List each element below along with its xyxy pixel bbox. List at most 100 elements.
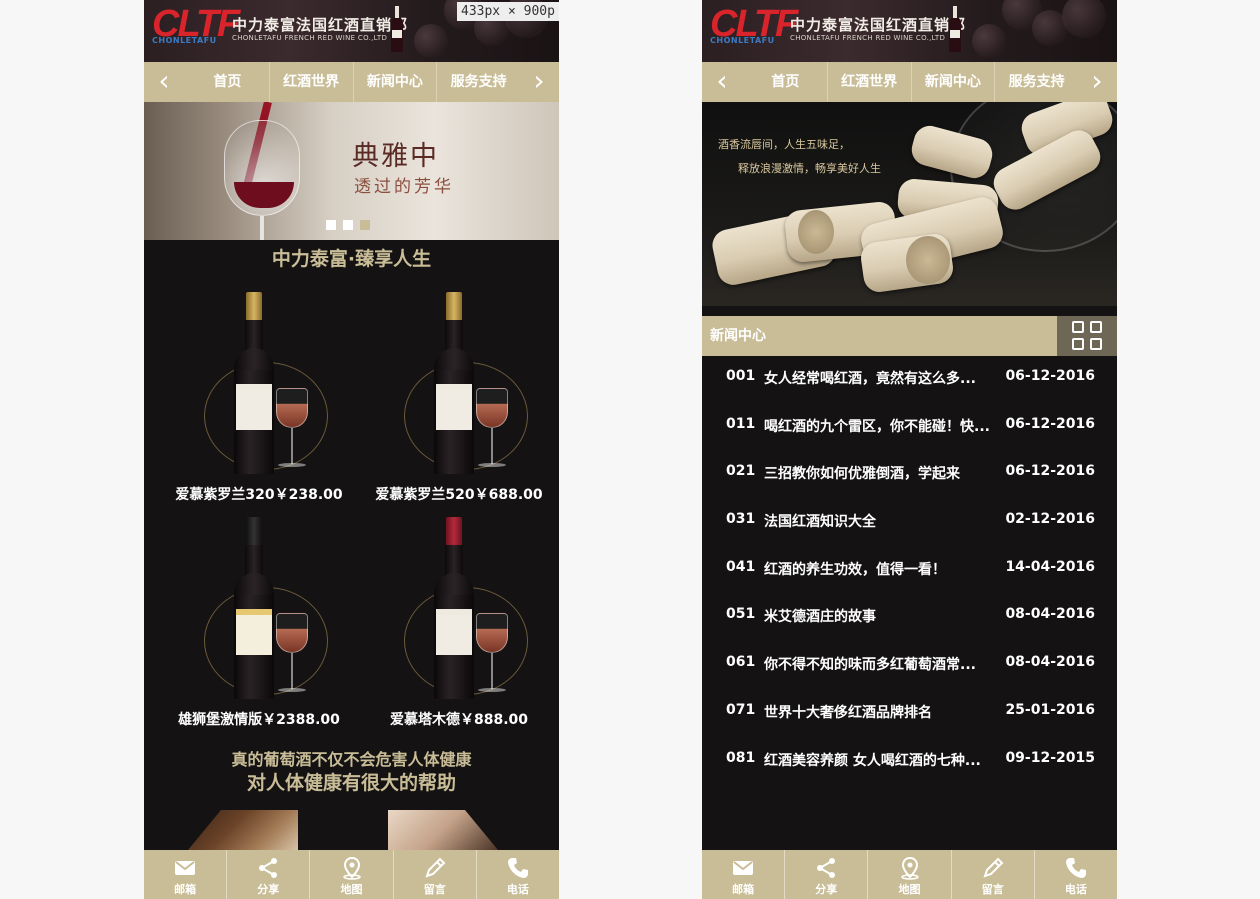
- news-number: 081: [726, 749, 756, 766]
- news-number: 071: [726, 701, 756, 718]
- nav-next-arrow[interactable]: ›: [1077, 62, 1117, 102]
- nav-item-news[interactable]: 新闻中心: [354, 62, 438, 102]
- section-slogan: 中力泰富·臻享人生: [271, 248, 432, 270]
- slider-dot[interactable]: [343, 220, 353, 230]
- news-number: 051: [726, 606, 756, 623]
- promo-image[interactable]: [388, 810, 498, 850]
- wine-bottle-image: [232, 517, 276, 699]
- footer-phone-label: 电话: [1064, 883, 1087, 896]
- product-card[interactable]: 爱慕紫罗兰520￥688.00: [374, 292, 544, 512]
- header-bottle-image: [390, 6, 404, 52]
- bottom-toolbar: 邮箱 分享 地图 留言 电话: [702, 850, 1117, 899]
- site-header: CLTF CHONLETAFU 中力泰富法国红酒直销部 CHONLETAFU F…: [144, 0, 559, 62]
- footer-mail-button[interactable]: 邮箱: [702, 850, 786, 899]
- news-title[interactable]: 女人经常喝红酒，竟然有这么多...: [764, 368, 990, 388]
- news-item[interactable]: 021 三招教你如何优雅倒酒，学起来 06-12-2016: [702, 451, 1117, 499]
- product-card[interactable]: 爱慕紫罗兰320￥238.00: [174, 292, 344, 512]
- news-title[interactable]: 米艾德酒庄的故事: [764, 606, 990, 626]
- footer-map-label: 地图: [898, 883, 921, 896]
- banner-quote-line-2: 释放浪漫激情，畅享美好人生: [738, 162, 881, 175]
- brand-name-cn: 中力泰富法国红酒直销部: [790, 16, 967, 34]
- news-date: 08-04-2016: [1005, 654, 1095, 671]
- news-date: 09-12-2015: [1005, 749, 1095, 766]
- news-item[interactable]: 061 你不得不知的味而多红葡萄酒常... 08-04-2016: [702, 642, 1117, 690]
- news-title[interactable]: 你不得不知的味而多红葡萄酒常...: [764, 654, 990, 674]
- site-logo[interactable]: CLTF CHONLETAFU: [710, 4, 798, 48]
- footer-share-button[interactable]: 分享: [785, 850, 869, 899]
- footer-phone-label: 电话: [506, 883, 529, 896]
- home-screen: CLTF CHONLETAFU 中力泰富法国红酒直销部 CHONLETAFU F…: [144, 0, 559, 899]
- news-title[interactable]: 红酒美容养颜 女人喝红酒的七种...: [764, 750, 990, 770]
- product-title[interactable]: 雄狮堡激情版￥2388.00: [154, 709, 364, 729]
- header-bottle-image: [948, 6, 962, 52]
- news-item[interactable]: 041 红酒的养生功效，值得一看！ 14-04-2016: [702, 547, 1117, 595]
- nav-next-arrow[interactable]: ›: [519, 62, 559, 102]
- product-card[interactable]: 爱慕塔木德￥888.00: [374, 517, 544, 737]
- news-date: 06-12-2016: [1005, 368, 1095, 384]
- news-title[interactable]: 世界十大奢侈红酒品牌排名: [764, 702, 990, 722]
- news-date: 06-12-2016: [1005, 463, 1095, 480]
- news-item[interactable]: 031 法国红酒知识大全 02-12-2016: [702, 499, 1117, 547]
- nav-prev-arrow[interactable]: ‹: [702, 62, 742, 102]
- footer-map-button[interactable]: 地图: [310, 850, 394, 899]
- news-item[interactable]: 011 喝红酒的九个雷区，你不能碰！快... 06-12-2016: [702, 404, 1117, 452]
- news-banner: 酒香流唇间，人生五味足， 释放浪漫激情，畅享美好人生: [702, 102, 1117, 306]
- news-title[interactable]: 红酒的养生功效，值得一看！: [764, 559, 990, 579]
- nav-item-service[interactable]: 服务支持: [995, 62, 1078, 102]
- promo-image[interactable]: [188, 810, 298, 850]
- grid-view-button[interactable]: [1057, 316, 1117, 356]
- nav-item-home[interactable]: 首页: [186, 62, 270, 102]
- news-list: 001 女人经常喝红酒，竟然有这么多... 06-12-2016 011 喝红酒…: [702, 356, 1117, 785]
- logo-subtext: CHONLETAFU: [152, 36, 217, 45]
- product-card[interactable]: 雄狮堡激情版￥2388.00: [174, 517, 344, 737]
- map-pin-icon: [342, 856, 361, 880]
- nav-item-home[interactable]: 首页: [744, 62, 828, 102]
- news-item[interactable]: 081 红酒美容养颜 女人喝红酒的七种... 09-12-2015: [702, 738, 1117, 786]
- brand-name-en: CHONLETAFU FRENCH RED WINE CO.,LTD: [790, 34, 946, 42]
- news-number: 011: [726, 415, 756, 432]
- footer-mail-label: 邮箱: [174, 883, 197, 896]
- main-nav: ‹ 首页 红酒世界 新闻中心 服务支持 ›: [702, 62, 1117, 102]
- footer-share-button[interactable]: 分享: [227, 850, 311, 899]
- footer-map-button[interactable]: 地图: [868, 850, 952, 899]
- footer-message-label: 留言: [423, 883, 446, 896]
- news-title[interactable]: 法国红酒知识大全: [764, 511, 990, 531]
- slider-dot-active[interactable]: [360, 220, 370, 230]
- news-title[interactable]: 喝红酒的九个雷区，你不能碰！快...: [764, 416, 990, 436]
- nav-item-news[interactable]: 新闻中心: [912, 62, 996, 102]
- footer-phone-button[interactable]: 电话: [1035, 850, 1117, 899]
- nav-item-wine-world[interactable]: 红酒世界: [828, 62, 912, 102]
- wine-bottle-image: [232, 292, 276, 474]
- bottom-toolbar: 邮箱 分享 地图 留言 电话: [144, 850, 559, 899]
- news-date: 02-12-2016: [1005, 511, 1095, 528]
- news-title[interactable]: 三招教你如何优雅倒酒，学起来: [764, 463, 990, 483]
- nav-item-service[interactable]: 服务支持: [437, 62, 520, 102]
- footer-phone-button[interactable]: 电话: [477, 850, 559, 899]
- product-title[interactable]: 爱慕紫罗兰520￥688.00: [354, 484, 559, 504]
- share-icon: [817, 858, 836, 878]
- share-icon: [259, 858, 278, 878]
- tagline-line-1: 真的葡萄酒不仅不会危害人体健康: [231, 750, 472, 769]
- news-date: 25-01-2016: [1005, 701, 1095, 718]
- news-item[interactable]: 071 世界十大奢侈红酒品牌排名 25-01-2016: [702, 690, 1117, 738]
- product-title[interactable]: 爱慕紫罗兰320￥238.00: [154, 484, 364, 504]
- footer-mail-label: 邮箱: [732, 883, 755, 896]
- footer-message-label: 留言: [981, 883, 1004, 896]
- footer-message-button[interactable]: 留言: [952, 850, 1035, 899]
- site-logo[interactable]: CLTF CHONLETAFU: [152, 4, 240, 48]
- hero-banner[interactable]: 典雅中 透过的芳华: [144, 102, 559, 240]
- footer-message-button[interactable]: 留言: [394, 850, 477, 899]
- product-title[interactable]: 爱慕塔木德￥888.00: [354, 709, 559, 729]
- news-section-header: 新闻中心: [702, 316, 1117, 356]
- banner-title: 典雅中: [352, 141, 439, 172]
- slider-dots: [326, 220, 370, 230]
- slider-dot[interactable]: [326, 220, 336, 230]
- news-item[interactable]: 051 米艾德酒庄的故事 08-04-2016: [702, 594, 1117, 642]
- mail-icon: [733, 861, 754, 875]
- news-item[interactable]: 001 女人经常喝红酒，竟然有这么多... 06-12-2016: [702, 356, 1117, 404]
- nav-prev-arrow[interactable]: ‹: [144, 62, 184, 102]
- nav-item-wine-world[interactable]: 红酒世界: [270, 62, 354, 102]
- phone-icon: [507, 858, 528, 878]
- footer-mail-button[interactable]: 邮箱: [144, 850, 228, 899]
- brand-name-en: CHONLETAFU FRENCH RED WINE CO.,LTD: [232, 34, 388, 42]
